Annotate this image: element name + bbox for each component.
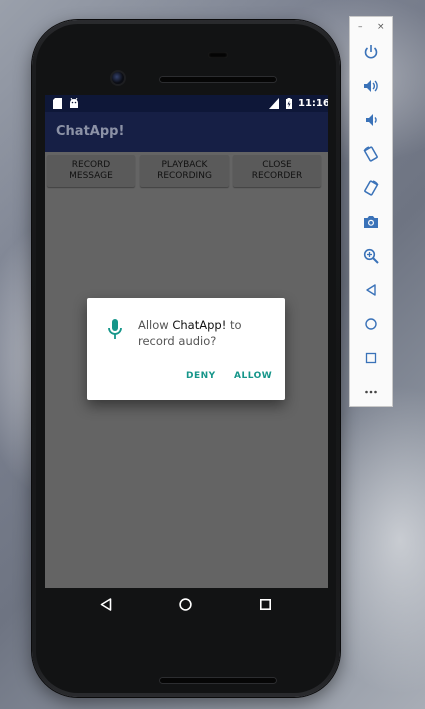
permission-dialog: Allow ChatApp! to record audio? DENY ALL… <box>87 298 285 400</box>
back-icon[interactable] <box>361 280 381 300</box>
close-recorder-label: CLOSE RECORDER <box>251 160 303 181</box>
rotate-left-icon[interactable] <box>361 144 381 164</box>
emulator-toolbar: – × <box>349 16 393 407</box>
app-title: ChatApp! <box>56 124 125 139</box>
deny-button[interactable]: DENY <box>186 371 216 381</box>
navigation-bar <box>45 588 328 622</box>
volume-down-icon[interactable] <box>361 110 381 130</box>
toolbar-close-button[interactable]: × <box>377 22 385 32</box>
status-time: 11:16 <box>298 98 328 109</box>
earpiece-speaker <box>159 76 277 83</box>
android-icon <box>70 98 78 108</box>
nav-home-icon[interactable] <box>179 598 192 611</box>
permission-app-name: ChatApp! <box>172 318 227 332</box>
nav-recents-icon[interactable] <box>260 599 271 610</box>
sd-card-icon <box>53 98 62 109</box>
playback-recording-label: PLAYBACK RECORDING <box>157 160 212 181</box>
status-bar: 11:16 <box>45 95 328 112</box>
more-icon[interactable] <box>361 382 381 402</box>
power-icon[interactable] <box>361 42 381 62</box>
signal-icon <box>269 98 279 109</box>
home-icon[interactable] <box>361 314 381 334</box>
record-message-button[interactable]: RECORD MESSAGE <box>47 155 135 187</box>
microphone-icon <box>108 319 122 339</box>
rotate-right-icon[interactable] <box>361 178 381 198</box>
front-camera <box>112 72 124 84</box>
close-recorder-button[interactable]: CLOSE RECORDER <box>233 155 321 187</box>
permission-message: Allow ChatApp! to record audio? <box>138 317 273 349</box>
playback-recording-button[interactable]: PLAYBACK RECORDING <box>140 155 229 187</box>
app-bar: ChatApp! <box>45 112 328 152</box>
bottom-speaker <box>159 677 277 684</box>
camera-icon[interactable] <box>361 212 381 232</box>
allow-button[interactable]: ALLOW <box>234 371 272 381</box>
record-message-label: RECORD MESSAGE <box>69 160 113 181</box>
overview-icon[interactable] <box>361 348 381 368</box>
top-sensor <box>208 52 228 58</box>
zoom-icon[interactable] <box>361 246 381 266</box>
toolbar-minimize-button[interactable]: – <box>358 22 363 32</box>
permission-prefix: Allow <box>138 318 173 332</box>
battery-icon <box>286 98 292 109</box>
nav-back-icon[interactable] <box>100 598 112 611</box>
volume-up-icon[interactable] <box>361 76 381 96</box>
